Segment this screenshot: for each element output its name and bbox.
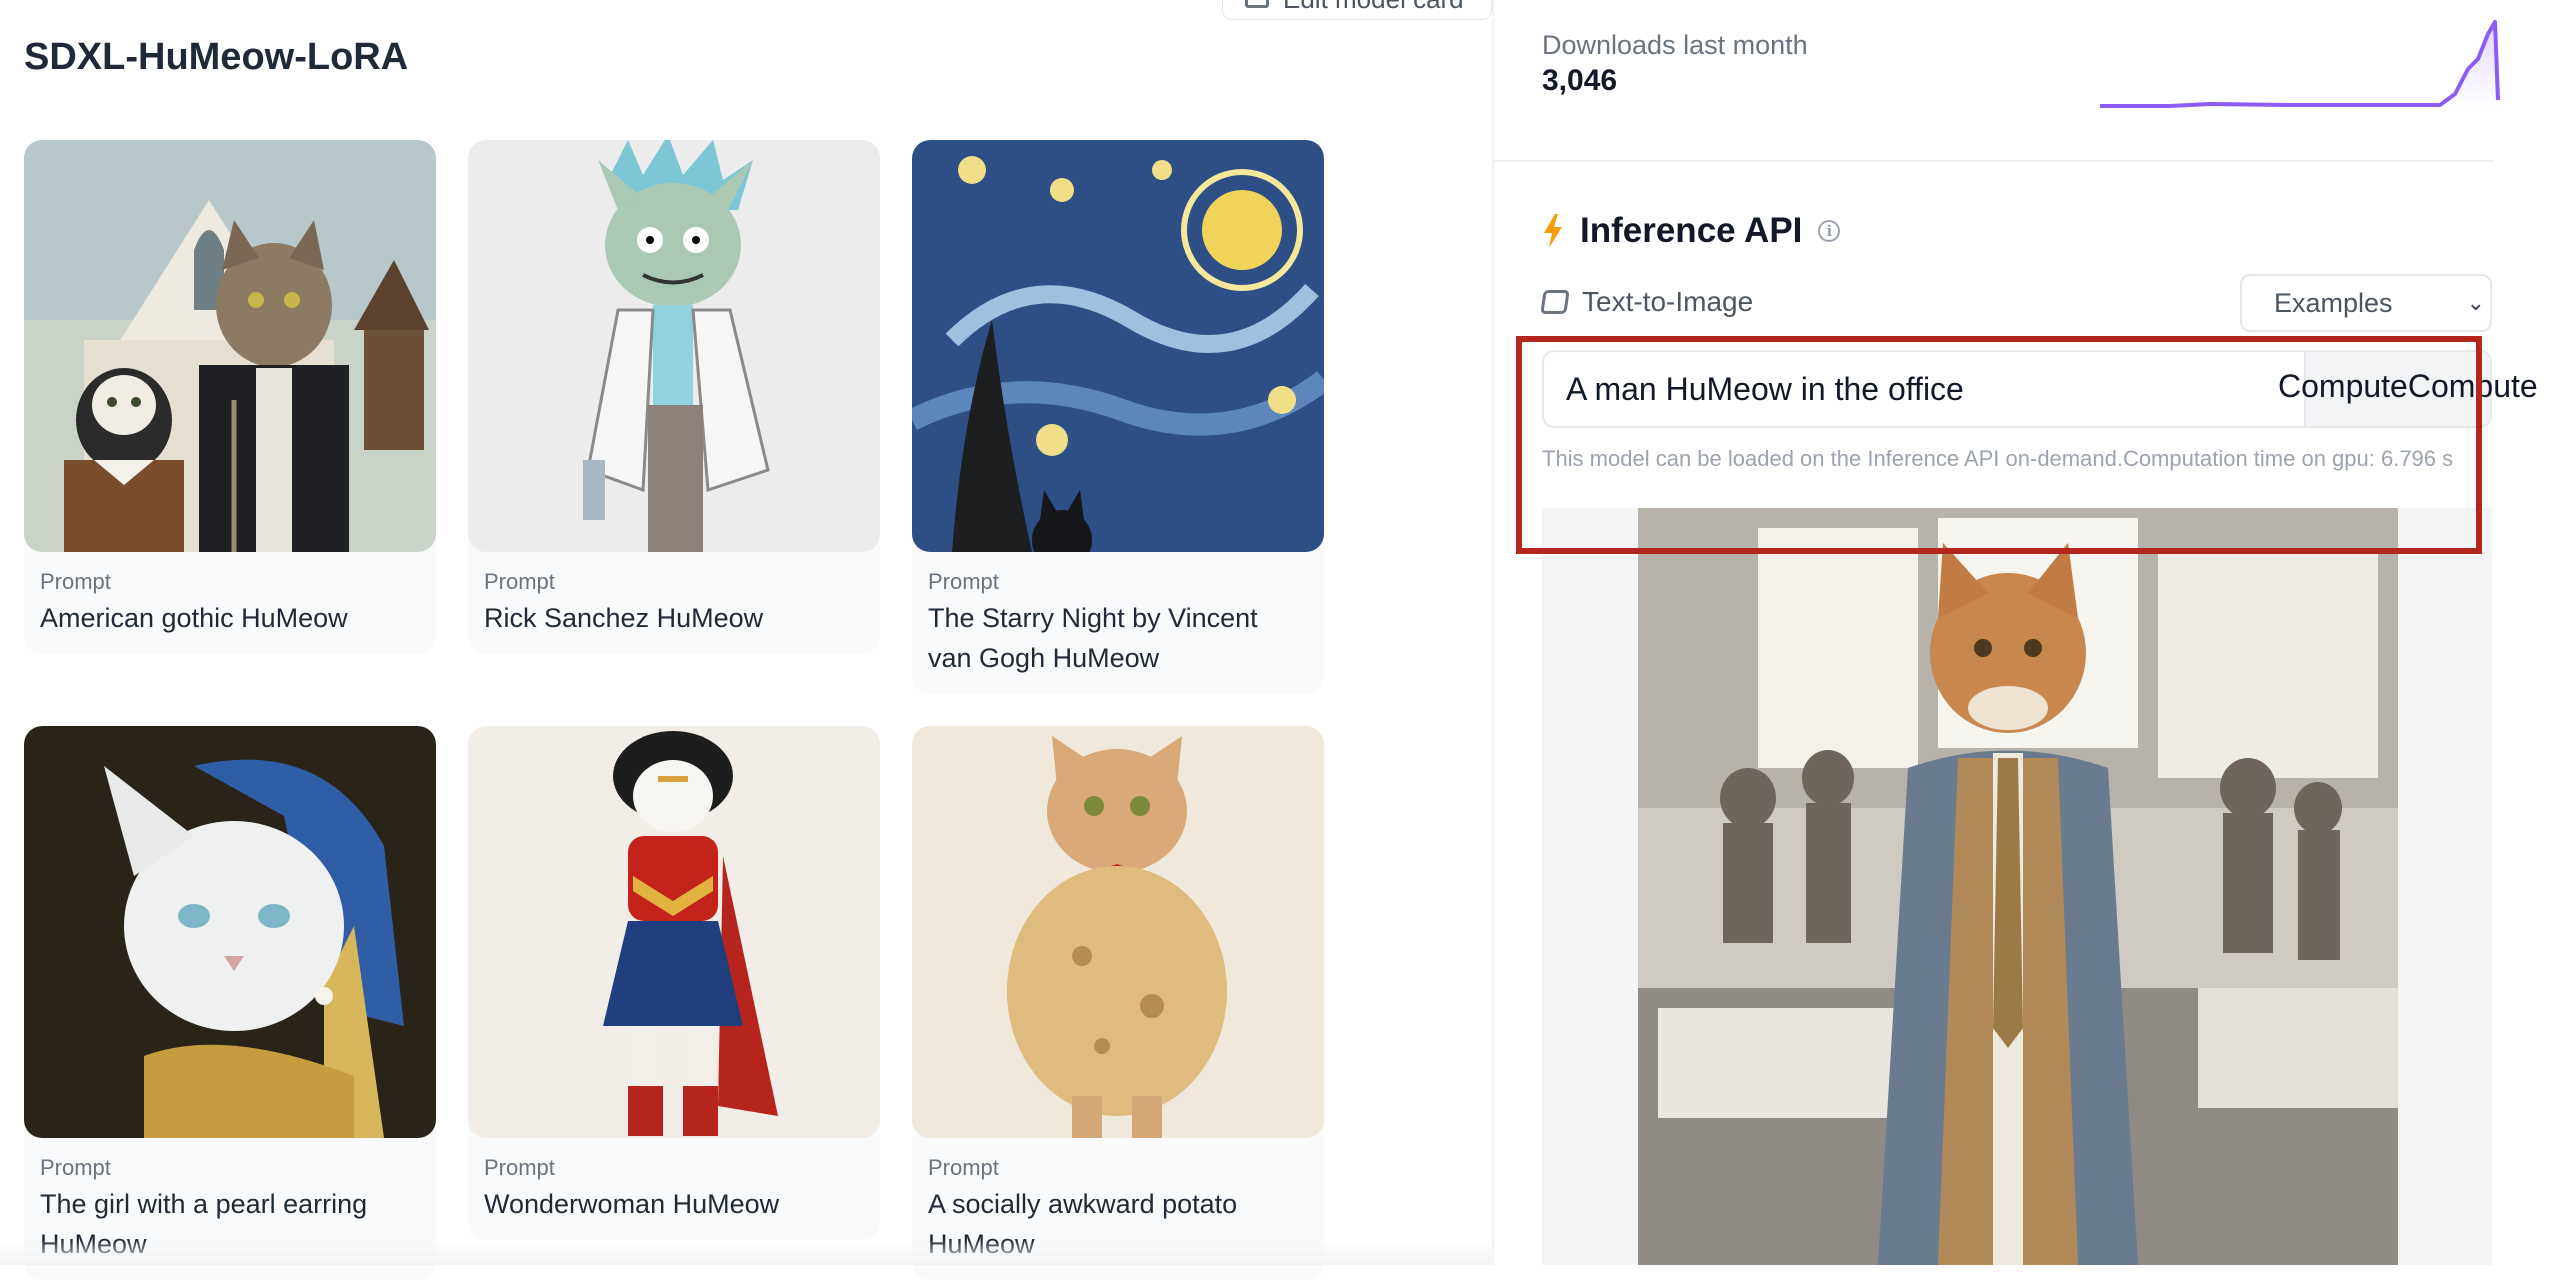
prompt-text: Wonderwoman HuMeow (484, 1189, 780, 1219)
inference-notice: This model can be loaded on the Inferenc… (1542, 446, 2454, 471)
section-divider (1494, 160, 2494, 162)
gallery-card[interactable]: Prompt Wonderwoman HuMeow (468, 726, 880, 1240)
prompt-label: Prompt (40, 569, 111, 594)
info-icon[interactable]: i (1818, 220, 1841, 242)
prompt-text: The Starry Night by Vincent van Gogh HuM… (928, 603, 1258, 673)
inference-api-header: Inference API i (1542, 206, 1841, 256)
tag-icon (1540, 290, 1570, 314)
prompt-label: Prompt (40, 1155, 111, 1180)
prompt-text: American gothic HuMeow (40, 603, 348, 633)
example-gallery: Prompt American gothic HuMeow Prompt Ric… (24, 140, 1328, 1280)
prompt-text: Rick Sanchez HuMeow (484, 603, 764, 633)
prompt-input[interactable] (1544, 352, 2304, 426)
gallery-image-potato (912, 726, 1324, 1138)
generated-image (1638, 508, 2398, 1265)
downloads-value: 3,046 (1542, 64, 1618, 97)
gallery-image-wonderwoman (468, 726, 880, 1138)
examples-label: Examples (2274, 287, 2393, 318)
gallery-card[interactable]: Prompt A socially awkward potato HuMeow (912, 726, 1324, 1280)
gallery-image-pearl-earring (24, 726, 436, 1138)
prompt-label: Prompt (484, 1155, 555, 1180)
model-title: SDXL-HuMeow-LoRA (24, 36, 409, 78)
task-label: Text-to-Image (1582, 286, 1754, 317)
gallery-card[interactable]: Prompt The girl with a pearl earring HuM… (24, 726, 436, 1280)
card-icon (1245, 0, 1269, 8)
column-divider (1492, 0, 1494, 1265)
prompt-label: Prompt (928, 1155, 999, 1180)
downloads-sparkline (2100, 20, 2500, 108)
gallery-card[interactable]: Prompt Rick Sanchez HuMeow (468, 140, 880, 654)
edit-model-card-label: Edit model card (1283, 0, 1464, 15)
lightning-icon (1544, 214, 1562, 248)
gallery-card[interactable]: Prompt American gothic HuMeow (24, 140, 436, 654)
gallery-image-american-gothic (24, 140, 436, 552)
compute-button-label: ComputeCompute (2278, 368, 2538, 404)
gallery-image-rick-sanchez (468, 140, 880, 552)
edit-model-card-button[interactable]: Edit model card (1222, 0, 1492, 20)
task-type: Text-to-Image (1540, 286, 1754, 318)
chevron-down-icon: ⌄ (2466, 290, 2485, 315)
prompt-label: Prompt (928, 569, 999, 594)
gallery-image-starry-night (912, 140, 1324, 552)
prompt-label: Prompt (484, 569, 555, 594)
inference-api-title: Inference API (1580, 211, 1803, 250)
gallery-card[interactable]: Prompt The Starry Night by Vincent van G… (912, 140, 1324, 694)
examples-dropdown[interactable]: Examples ⌄ (2240, 274, 2492, 332)
scroll-fade (0, 1240, 1492, 1265)
downloads-label: Downloads last month (1542, 30, 1808, 60)
